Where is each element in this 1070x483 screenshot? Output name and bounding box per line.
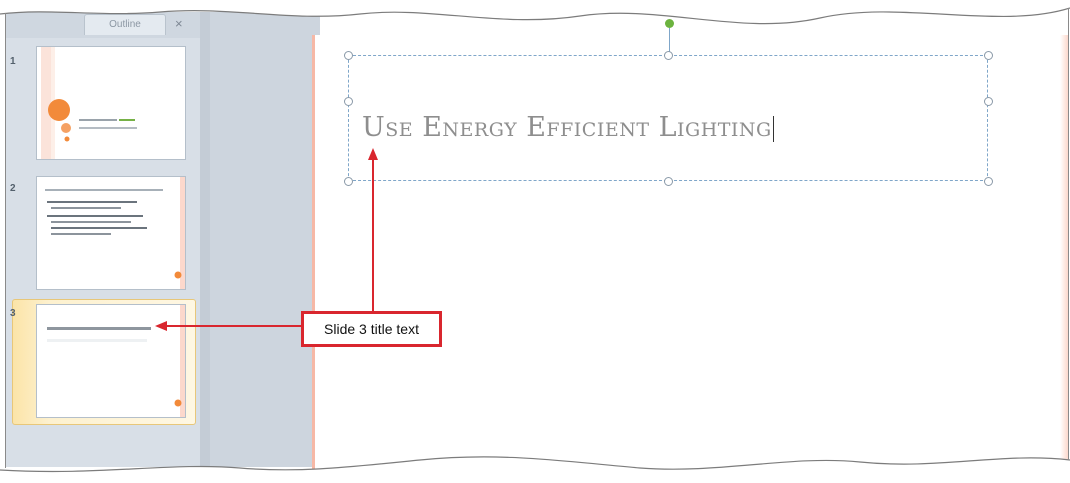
callout-label: Slide 3 title text: [301, 311, 442, 347]
annotation-overlay: [0, 0, 1070, 483]
